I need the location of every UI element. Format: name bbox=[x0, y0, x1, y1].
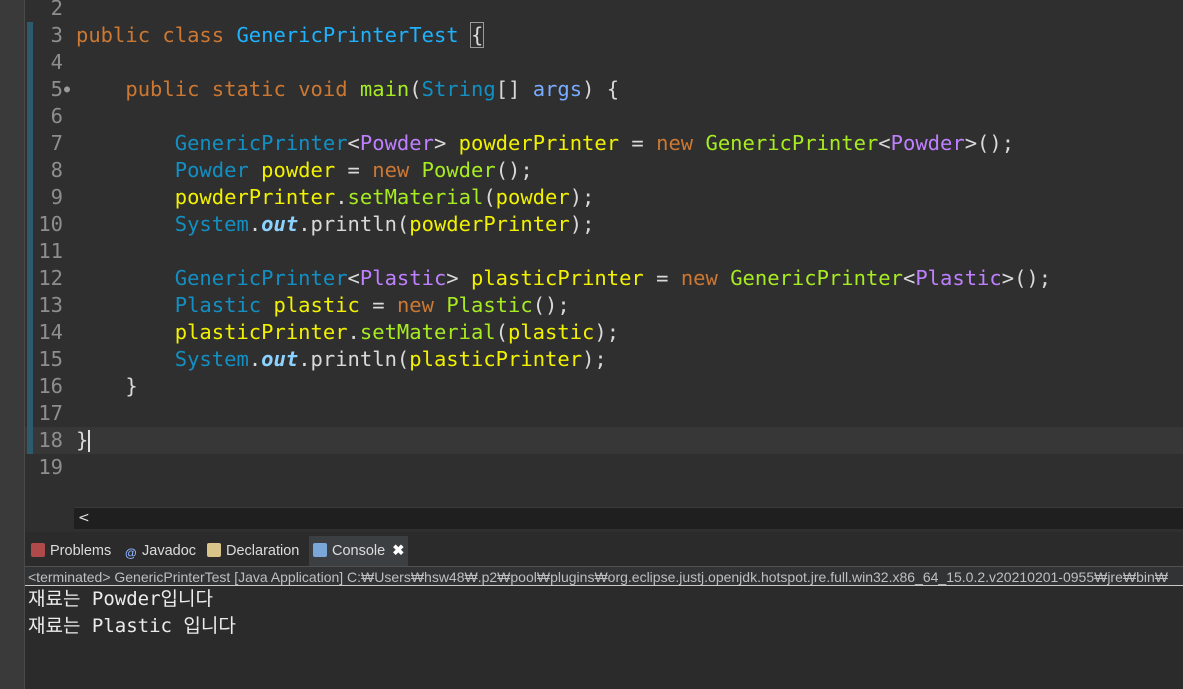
tab-label: Problems bbox=[50, 543, 112, 559]
console-status: <terminated> GenericPrinterTest [Java Ap… bbox=[25, 566, 1183, 586]
code-text: Plastic plastic = new Plastic(); bbox=[174, 293, 570, 317]
bottom-panel: Problems @ Javadoc Declaration Console ✖ <… bbox=[25, 532, 1183, 689]
code-text: plasticPrinter.setMaterial(plastic); bbox=[174, 320, 620, 344]
code-line[interactable]: 13 Plastic plastic = new Plastic(); bbox=[25, 292, 1183, 319]
fold-dot-icon[interactable]: ● bbox=[64, 76, 70, 103]
line-number: 18 bbox=[38, 428, 63, 452]
code-line[interactable]: 19 bbox=[25, 454, 1183, 481]
line-number: 2 bbox=[50, 0, 63, 20]
line-number: 11 bbox=[38, 239, 63, 263]
panel-tabs: Problems @ Javadoc Declaration Console ✖ bbox=[25, 536, 1183, 566]
line-number: 16 bbox=[38, 374, 63, 398]
code-text: powderPrinter.setMaterial(powder); bbox=[174, 185, 595, 209]
scroll-left-icon[interactable]: < bbox=[78, 508, 90, 529]
line-number: 3 bbox=[50, 23, 63, 47]
horizontal-scrollbar[interactable]: < bbox=[74, 507, 1183, 529]
tab-console[interactable]: Console ✖ bbox=[309, 536, 409, 566]
close-icon[interactable]: ✖ bbox=[392, 543, 404, 559]
line-number: 12 bbox=[38, 266, 63, 290]
code-line[interactable]: 15 System.out.println(plasticPrinter); bbox=[25, 346, 1183, 373]
code-line[interactable]: 14 plasticPrinter.setMaterial(plastic); bbox=[25, 319, 1183, 346]
code-line[interactable]: 12 GenericPrinter<Plastic> plasticPrinte… bbox=[25, 265, 1183, 292]
code-line[interactable]: 17 bbox=[25, 400, 1183, 427]
tab-label: Javadoc bbox=[142, 543, 197, 559]
code-text: public class GenericPrinterTest { bbox=[76, 22, 485, 48]
code-text: Powder powder = new Powder(); bbox=[174, 158, 533, 182]
javadoc-icon: @ bbox=[125, 546, 137, 560]
line-number: 17 bbox=[38, 401, 63, 425]
console-output-line: 재료는 Plastic 입니다 bbox=[28, 615, 236, 637]
line-number: 9 bbox=[50, 185, 63, 209]
tab-declaration[interactable]: Declaration bbox=[203, 536, 303, 566]
code-text: } bbox=[76, 428, 91, 452]
console-output-line: 재료는 Powder입니다 bbox=[28, 588, 213, 610]
console-icon bbox=[313, 543, 327, 557]
code-line[interactable]: 9 powderPrinter.setMaterial(powder); bbox=[25, 184, 1183, 211]
line-number: 4 bbox=[50, 50, 63, 74]
code-line[interactable]: 7 GenericPrinter<Powder> powderPrinter =… bbox=[25, 130, 1183, 157]
code-line[interactable]: 4 bbox=[25, 49, 1183, 76]
code-line[interactable]: 16 } bbox=[25, 373, 1183, 400]
line-number: 5 bbox=[50, 77, 63, 101]
line-number: 7 bbox=[50, 131, 63, 155]
line-number: 8 bbox=[50, 158, 63, 182]
code-text: GenericPrinter<Plastic> plasticPrinter =… bbox=[174, 266, 1052, 290]
left-trim-bar bbox=[0, 0, 25, 689]
code-text: public static void main(String[] args) { bbox=[125, 77, 620, 101]
code-text: System.out.println(powderPrinter); bbox=[174, 212, 595, 236]
code-text: GenericPrinter<Powder> powderPrinter = n… bbox=[174, 131, 1015, 155]
code-line[interactable]: 2 bbox=[25, 0, 1183, 22]
code-editor[interactable]: 2 3 public class GenericPrinterTest {4 5 ● p… bbox=[25, 0, 1183, 506]
tab-javadoc[interactable]: @ Javadoc bbox=[121, 536, 200, 566]
line-number: 15 bbox=[38, 347, 63, 371]
tab-problems[interactable]: Problems bbox=[27, 536, 115, 566]
line-number: 10 bbox=[38, 212, 63, 236]
code-text: System.out.println(plasticPrinter); bbox=[174, 347, 607, 371]
tab-label: Declaration bbox=[226, 543, 300, 559]
line-number: 6 bbox=[50, 104, 63, 128]
problems-icon bbox=[31, 543, 45, 557]
code-line[interactable]: 6 bbox=[25, 103, 1183, 130]
line-number: 19 bbox=[38, 455, 63, 479]
code-line[interactable]: 8 Powder powder = new Powder(); bbox=[25, 157, 1183, 184]
code-line[interactable]: 11 bbox=[25, 238, 1183, 265]
line-number: 13 bbox=[38, 293, 63, 317]
line-number: 14 bbox=[38, 320, 63, 344]
code-line[interactable]: 18} bbox=[25, 427, 1183, 454]
code-line[interactable]: 3 public class GenericPrinterTest { bbox=[25, 22, 1183, 49]
tab-label: Console bbox=[332, 543, 386, 559]
code-line[interactable]: 10 System.out.println(powderPrinter); bbox=[25, 211, 1183, 238]
code-line[interactable]: 5 ● public static void main(String[] args… bbox=[25, 76, 1183, 103]
code-text: } bbox=[76, 374, 138, 398]
declaration-icon bbox=[207, 543, 221, 557]
